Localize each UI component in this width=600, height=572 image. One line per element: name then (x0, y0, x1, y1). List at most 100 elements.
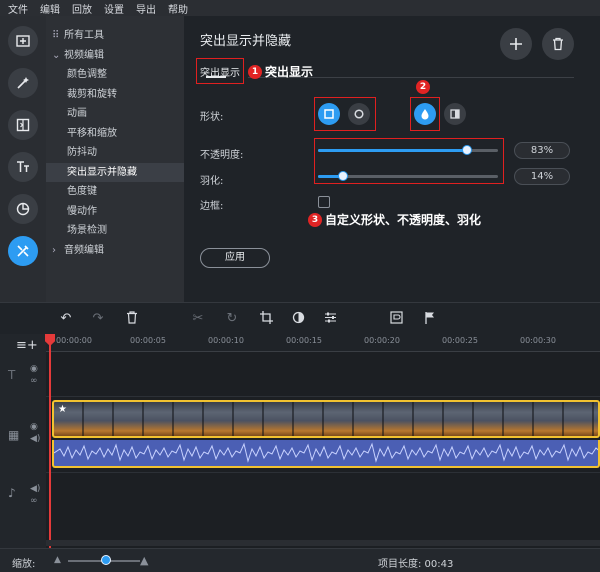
chevron-right-icon: › (52, 244, 56, 256)
annotation-text-3: 自定义形状、不透明度、羽化 (325, 213, 482, 227)
chevron-down-icon: ⌄ (52, 49, 61, 61)
tab-highlight[interactable]: 突出显示 (196, 58, 244, 84)
zoom-out-icon[interactable]: ▲ (54, 555, 61, 565)
import-icon[interactable] (8, 26, 38, 56)
text-icon[interactable] (8, 152, 38, 182)
speaker-icon[interactable]: ◀) (30, 434, 40, 444)
link-icon[interactable]: ∞ (30, 376, 38, 386)
audio-waveform (54, 442, 598, 463)
feather-label: 羽化: (200, 176, 224, 187)
project-duration: 项目长度: 00:43 (378, 559, 454, 570)
more-tools-icon[interactable] (8, 236, 38, 266)
rotate-icon[interactable]: ↻ (224, 311, 240, 327)
menu-playback[interactable]: 回放 (72, 1, 92, 16)
tree-item-slow-motion[interactable]: 慢动作 (46, 202, 184, 222)
feather-slider[interactable] (318, 171, 498, 181)
feather-value[interactable]: 14% (514, 168, 570, 185)
plus-icon (510, 38, 522, 50)
trash-icon[interactable] (124, 311, 140, 327)
eye-icon[interactable]: ◉ (30, 364, 38, 374)
star-icon: ★ (58, 404, 67, 415)
tick-label: 00:00:25 (442, 336, 478, 345)
annotation-badge-3: 3 (308, 212, 322, 227)
clip-properties-icon[interactable] (388, 311, 404, 327)
border-label: 边框: (200, 201, 224, 212)
video-track-icon: ▦ (8, 428, 20, 442)
border-checkbox[interactable] (318, 196, 330, 208)
menu-file[interactable]: 文件 (8, 1, 28, 16)
zoom-slider-handle[interactable] (101, 555, 111, 565)
eye-icon[interactable]: ◉ (30, 422, 38, 432)
filters-icon[interactable] (8, 194, 38, 224)
tick-label: 00:00:10 (208, 336, 244, 345)
tree-item-color-adjust[interactable]: 颜色调整 (46, 65, 184, 85)
menu-export[interactable]: 导出 (136, 1, 156, 16)
delete-button[interactable] (542, 28, 574, 60)
tree-item-video-editing[interactable]: ⌄ 视频编辑 (46, 46, 184, 66)
speaker-icon[interactable]: ◀) (30, 484, 40, 494)
settings-sliders-icon[interactable] (322, 311, 338, 327)
video-clip[interactable]: ★ (52, 400, 600, 438)
undo-icon[interactable]: ↶ (58, 311, 74, 327)
menu-help[interactable]: 帮助 (168, 1, 188, 16)
redo-icon[interactable]: ↷ (90, 311, 106, 327)
text-track-icon: T (8, 368, 16, 382)
zoom-in-icon[interactable]: ▲ (140, 554, 148, 567)
half-square-icon (450, 109, 460, 119)
mode-highlight-button[interactable] (414, 103, 436, 125)
tree-item-all-tools[interactable]: ⠿ 所有工具 (46, 26, 184, 46)
menu-settings[interactable]: 设置 (104, 1, 124, 16)
track-divider (46, 472, 600, 473)
annotation-text-1: 突出显示 (265, 65, 314, 79)
tree-item-scene-detect[interactable]: 场景检测 (46, 221, 184, 241)
tools-list: ⠿ 所有工具 ⌄ 视频编辑 颜色调整 裁剪和旋转 动画 平移和缩放 防抖动 突出显示… (46, 16, 184, 302)
page-title: 突出显示并隐藏 (200, 34, 292, 49)
tree-item-stabilize[interactable]: 防抖动 (46, 143, 184, 163)
crop-icon[interactable] (258, 311, 274, 327)
mode-hide-button[interactable] (444, 103, 466, 125)
opacity-slider[interactable] (318, 145, 498, 155)
scissors-icon[interactable]: ✂ (190, 311, 206, 327)
grid-icon: ⠿ (52, 30, 60, 41)
menu-edit[interactable]: 编辑 (40, 1, 60, 16)
status-bar: 缩放: ▲ ▲ 项目长度: 00:43 (0, 548, 600, 572)
tab-active-indicator (206, 76, 226, 78)
tree-item-pan-zoom[interactable]: 平移和缩放 (46, 124, 184, 144)
music-track-icon: ♪ (8, 486, 16, 500)
tree-item-animation[interactable]: 动画 (46, 104, 184, 124)
add-track-icon[interactable]: ≡+ (16, 338, 38, 353)
tree-item-crop-rotate[interactable]: 裁剪和旋转 (46, 85, 184, 105)
tree-item-chroma-key[interactable]: 色度键 (46, 182, 184, 202)
opacity-label: 不透明度: (200, 150, 244, 161)
trash-icon (553, 37, 563, 51)
transitions-icon[interactable] (8, 110, 38, 140)
tool-sidebar (0, 16, 46, 302)
menu-bar: 文件 编辑 回放 设置 导出 帮助 (0, 0, 600, 16)
link-icon[interactable]: ∞ (30, 496, 38, 506)
color-adjust-icon[interactable] (290, 311, 306, 327)
annotation-1: 1 突出显示 (248, 63, 313, 80)
audio-clip[interactable] (52, 440, 600, 468)
tick-label: 00:00:00 (56, 336, 92, 345)
add-button[interactable] (500, 28, 532, 60)
track-headers: ≡+ T ◉ ∞ ▦ ◉ ◀) ♪ ◀) ∞ (0, 334, 46, 548)
track-divider (46, 396, 600, 397)
clip-thumbnails (54, 402, 598, 436)
tree-item-audio-editing[interactable]: › 音频编辑 (46, 241, 184, 261)
timeline-ruler[interactable]: 00:00:00 00:00:05 00:00:10 00:00:15 00:0… (46, 334, 600, 352)
shape-rectangle-button[interactable] (318, 103, 340, 125)
flag-icon[interactable] (422, 311, 438, 327)
drop-icon (421, 109, 429, 120)
timeline-scrollbar[interactable] (46, 540, 600, 546)
apply-button[interactable]: 应用 (200, 248, 270, 268)
tree-item-highlight-hide[interactable]: 突出显示并隐藏 (46, 162, 184, 182)
playhead[interactable] (49, 334, 51, 548)
tool-panel: 突出显示并隐藏 突出显示 1 突出显示 形状: 2 不透明度: 羽化: 83% (184, 16, 600, 302)
magic-wand-icon[interactable] (8, 68, 38, 98)
annotation-badge-1: 1 (248, 64, 262, 79)
opacity-value[interactable]: 83% (514, 142, 570, 159)
zoom-label: 缩放: (12, 559, 36, 570)
shape-ellipse-button[interactable] (348, 103, 370, 125)
annotation-2: 2 (416, 80, 430, 94)
tick-label: 00:00:30 (520, 336, 556, 345)
